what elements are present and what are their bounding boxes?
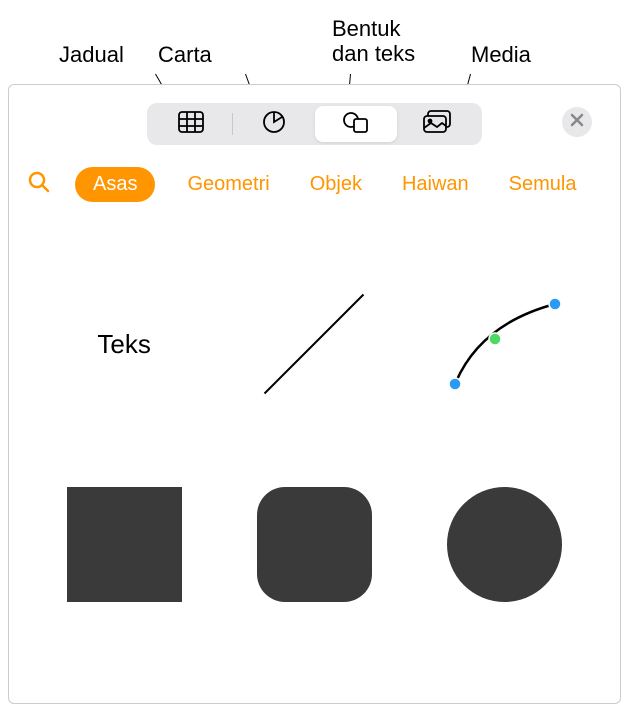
category-bar: Asas Geometri Objek Haiwan Semula <box>9 159 620 214</box>
shape-line[interactable] <box>229 254 399 434</box>
curve-icon <box>440 289 570 399</box>
rounded-square-icon <box>257 487 372 602</box>
insert-panel: Asas Geometri Objek Haiwan Semula Teks <box>8 84 621 704</box>
category-tab-geometri[interactable]: Geometri <box>179 167 277 202</box>
text-shape-label: Teks <box>97 329 150 360</box>
segmented-control <box>147 103 482 145</box>
callout-label-media: Media <box>471 42 531 67</box>
category-tab-semula[interactable]: Semula <box>501 167 585 202</box>
callout-label-jadual: Jadual <box>59 42 124 67</box>
callout-labels-area: Jadual Carta Bentuk dan teks Media <box>0 0 625 84</box>
toolbar <box>9 85 620 159</box>
table-button[interactable] <box>150 106 232 142</box>
shape-square[interactable] <box>39 454 209 634</box>
shapes-icon <box>342 110 370 139</box>
shapes-grid: Teks <box>9 214 620 674</box>
chart-button[interactable] <box>233 106 315 142</box>
callout-label-bentuk: Bentuk dan teks <box>332 16 415 67</box>
shape-curve[interactable] <box>420 254 590 434</box>
close-icon <box>570 113 584 132</box>
search-button[interactable] <box>27 170 51 199</box>
shape-text[interactable]: Teks <box>39 254 209 434</box>
shape-rounded-square[interactable] <box>229 454 399 634</box>
line-icon <box>259 289 369 399</box>
category-tab-asas[interactable]: Asas <box>75 167 155 202</box>
chart-icon <box>262 110 286 139</box>
callout-label-carta: Carta <box>158 42 212 67</box>
square-icon <box>67 487 182 602</box>
shape-circle[interactable] <box>420 454 590 634</box>
circle-icon <box>447 487 562 602</box>
close-button[interactable] <box>562 107 592 137</box>
table-icon <box>178 111 204 138</box>
media-icon <box>423 110 453 139</box>
search-icon <box>27 170 51 199</box>
shapes-button[interactable] <box>315 106 397 142</box>
category-tab-haiwan[interactable]: Haiwan <box>394 167 477 202</box>
media-button[interactable] <box>397 106 479 142</box>
category-tab-objek[interactable]: Objek <box>302 167 370 202</box>
